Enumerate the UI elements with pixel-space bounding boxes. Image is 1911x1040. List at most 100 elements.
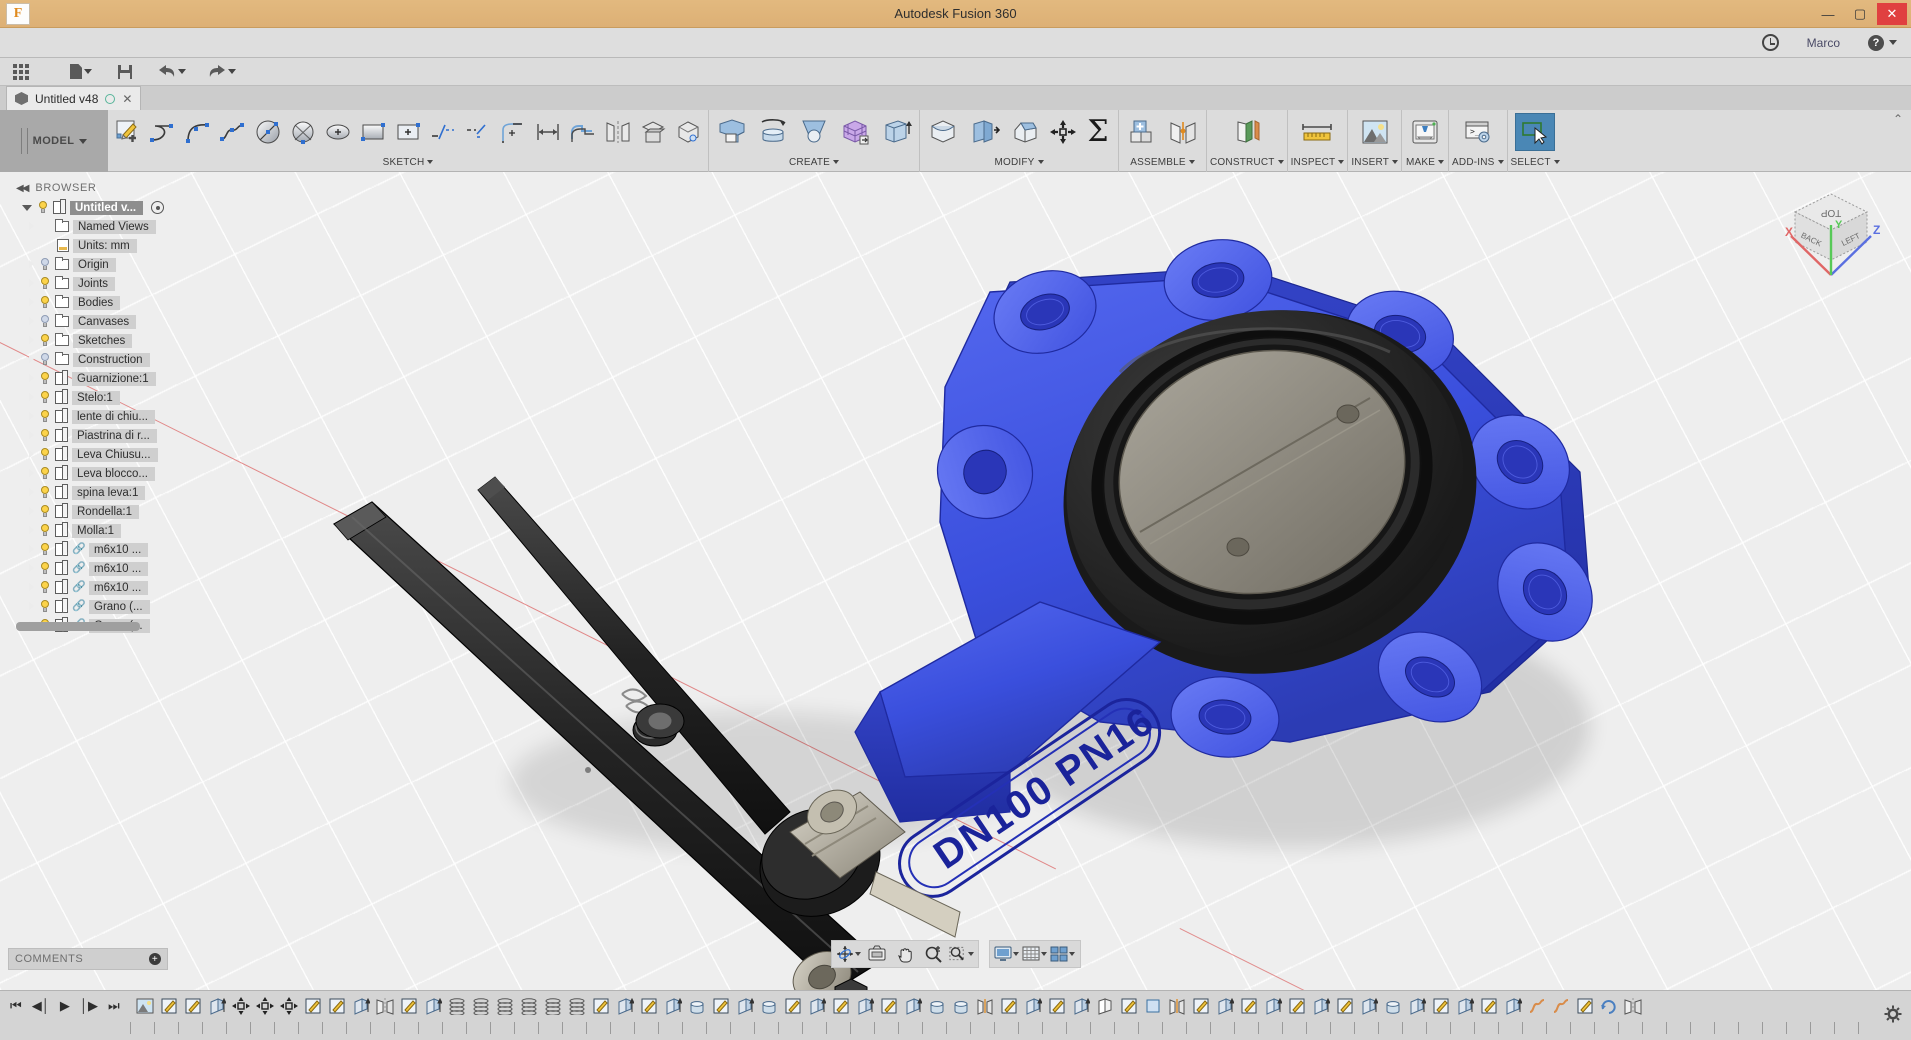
zoom-window-button[interactable] — [948, 943, 974, 965]
line-button[interactable] — [146, 113, 180, 151]
collapse-ribbon-button[interactable]: ⌃ — [1893, 112, 1903, 126]
browser-item[interactable]: Molla:1 — [8, 521, 198, 540]
timeline-feature-extrude[interactable] — [1454, 994, 1476, 1018]
light-bulb-icon[interactable] — [38, 581, 51, 594]
view-cube[interactable]: TOP BACK LEFT X Z Y — [1773, 180, 1889, 290]
light-bulb-icon[interactable] — [38, 467, 51, 480]
timeline-feature-sketch[interactable] — [1574, 994, 1596, 1018]
light-bulb-icon[interactable] — [38, 562, 51, 575]
timeline-feature-sketch[interactable] — [1430, 994, 1452, 1018]
timeline-feature-sketch[interactable] — [590, 994, 612, 1018]
timeline-feature-extrude[interactable] — [1262, 994, 1284, 1018]
timeline-feature-extrude[interactable] — [1022, 994, 1044, 1018]
ribbon-panel-label-make[interactable]: MAKE — [1406, 154, 1445, 170]
new-component-button[interactable] — [876, 113, 916, 151]
browser-item[interactable]: Joints — [8, 274, 198, 293]
timeline-feature-sketch[interactable] — [1046, 994, 1068, 1018]
press-pull-button[interactable] — [923, 113, 963, 151]
timeline-feature-extrude[interactable] — [1358, 994, 1380, 1018]
ribbon-panel-label-create[interactable]: CREATE — [789, 154, 840, 170]
timeline-feature-sketch[interactable] — [1334, 994, 1356, 1018]
select-tool-button[interactable] — [1515, 113, 1556, 151]
ribbon-panel-label-select[interactable]: SELECT — [1511, 154, 1560, 170]
close-icon[interactable]: ✕ — [122, 92, 132, 106]
undo-button[interactable] — [154, 60, 190, 84]
light-bulb-icon[interactable] — [38, 486, 51, 499]
chevron-right-icon[interactable] — [28, 355, 34, 364]
timeline-feature-joint[interactable] — [1166, 994, 1188, 1018]
show-data-panel-button[interactable] — [8, 60, 34, 84]
timeline-feature-mirror[interactable] — [374, 994, 396, 1018]
look-at-button[interactable] — [864, 943, 890, 965]
timeline-feature-extrude[interactable] — [734, 994, 756, 1018]
timeline-feature-sketch[interactable] — [1238, 994, 1260, 1018]
pattern-button[interactable] — [835, 113, 875, 151]
timeline-feature-shell[interactable] — [1094, 994, 1116, 1018]
sketch-stop-button[interactable] — [671, 113, 705, 151]
browser-item[interactable]: Units: mm — [8, 236, 198, 255]
browser-item[interactable]: Sketches — [8, 331, 198, 350]
timeline-feature-sketch[interactable] — [1478, 994, 1500, 1018]
add-comment-icon[interactable]: + — [149, 953, 161, 965]
workspace-selector[interactable]: MODEL — [0, 110, 108, 172]
ribbon-panel-label-construct[interactable]: CONSTRUCT — [1210, 154, 1284, 170]
chevron-right-icon[interactable] — [28, 393, 34, 402]
light-bulb-icon[interactable] — [38, 543, 51, 556]
timeline-feature-sketch[interactable] — [878, 994, 900, 1018]
maximize-button[interactable]: ▢ — [1845, 3, 1875, 25]
browser-item[interactable]: 🔗 m6x10 ... — [8, 540, 198, 559]
chevron-right-icon[interactable] — [28, 222, 34, 231]
timeline-settings-button[interactable] — [1875, 991, 1911, 1037]
timeline-feature-extrude[interactable] — [614, 994, 636, 1018]
revolve-button[interactable] — [753, 113, 793, 151]
browser-item[interactable]: 🔗 m6x10 ... — [8, 559, 198, 578]
timeline-feature-extrude[interactable] — [854, 994, 876, 1018]
browser-item[interactable]: Guarnizione:1 — [8, 369, 198, 388]
timeline-feature-extrude[interactable] — [806, 994, 828, 1018]
chevron-right-icon[interactable] — [28, 374, 34, 383]
viewports-button[interactable] — [1050, 943, 1076, 965]
timeline-feature-thread[interactable] — [542, 994, 564, 1018]
browser-item[interactable]: Construction — [8, 350, 198, 369]
timeline-feature-extrude[interactable] — [902, 994, 924, 1018]
light-bulb-icon[interactable] — [38, 258, 51, 271]
timeline-feature-sketch[interactable] — [1286, 994, 1308, 1018]
zoom-button[interactable] — [920, 943, 946, 965]
chevron-right-icon[interactable] — [28, 317, 34, 326]
scripts-addins-button[interactable]: >_ — [1458, 113, 1498, 151]
timeline-feature-sketch[interactable] — [326, 994, 348, 1018]
timeline-feature-sketch[interactable] — [398, 994, 420, 1018]
timeline-feature-revolve[interactable] — [686, 994, 708, 1018]
timeline-feature-extrude[interactable] — [206, 994, 228, 1018]
browser-item[interactable]: Canvases — [8, 312, 198, 331]
measure-button[interactable] — [1297, 113, 1337, 151]
timeline-feature-extrude[interactable] — [350, 994, 372, 1018]
ribbon-panel-label-sketch[interactable]: SKETCH — [383, 154, 434, 170]
minimize-button[interactable]: — — [1813, 3, 1843, 25]
timeline-feature-thread[interactable] — [494, 994, 516, 1018]
shell-button[interactable] — [964, 113, 1004, 151]
light-bulb-icon[interactable] — [38, 448, 51, 461]
butterfly-valve-model[interactable]: DN100 PN16 — [0, 172, 1911, 990]
timeline-feature-extrude[interactable] — [422, 994, 444, 1018]
browser-item[interactable]: Rondella:1 — [8, 502, 198, 521]
timeline-feature-canvas[interactable] — [134, 994, 156, 1018]
timeline-feature-spline[interactable] — [1550, 994, 1572, 1018]
chevron-right-icon[interactable] — [28, 469, 34, 478]
chevron-right-icon[interactable] — [28, 488, 34, 497]
browser-item[interactable]: Bodies — [8, 293, 198, 312]
grid-snaps-button[interactable] — [1022, 943, 1048, 965]
chevron-right-icon[interactable] — [28, 450, 34, 459]
close-button[interactable]: ✕ — [1877, 3, 1907, 25]
job-status-button[interactable] — [1748, 34, 1793, 51]
timeline-feature-joint[interactable] — [974, 994, 996, 1018]
timeline-feature-mirror[interactable] — [1622, 994, 1644, 1018]
chevron-right-icon[interactable] — [28, 507, 34, 516]
light-bulb-icon[interactable] — [38, 277, 51, 290]
light-bulb-icon[interactable] — [38, 429, 51, 442]
ribbon-panel-label-assemble[interactable]: ASSEMBLE — [1130, 154, 1195, 170]
timeline-feature-sketch[interactable] — [710, 994, 732, 1018]
parameters-button[interactable]: Σ — [1081, 113, 1115, 151]
file-menu-button[interactable] — [66, 60, 96, 84]
timeline-feature-extrude[interactable] — [1214, 994, 1236, 1018]
